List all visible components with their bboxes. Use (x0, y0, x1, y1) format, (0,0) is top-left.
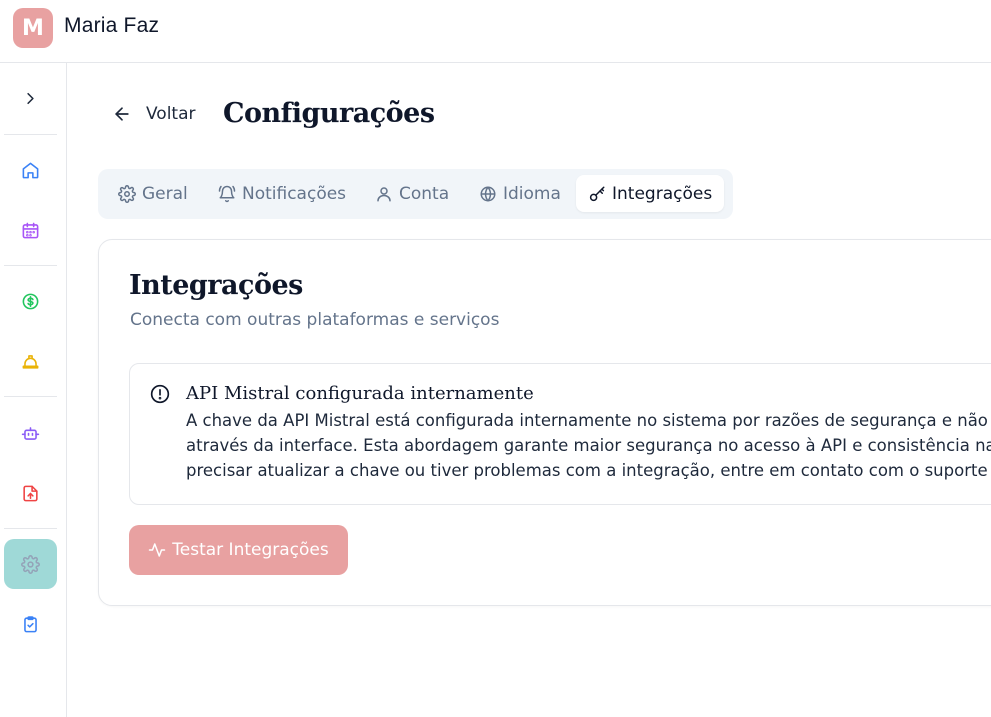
tab-general[interactable]: Geral (106, 175, 200, 212)
alert-text-line: precisar atualizar a chave ou tiver prob… (186, 461, 991, 480)
user-name: Maria Faz (64, 14, 160, 37)
tab-language[interactable]: Idioma (467, 175, 573, 212)
section-subtitle: Conecta com outras plataformas e serviço… (130, 310, 500, 330)
page-title: Configurações (223, 98, 435, 129)
alert-text-line: através da interface. Esta abordagem gar… (186, 436, 991, 455)
bot-icon (21, 426, 40, 440)
user-icon (377, 186, 391, 201)
sidebar-divider (4, 265, 57, 266)
hard-hat-icon (22, 354, 39, 369)
sidebar-item-home[interactable] (4, 145, 57, 195)
integrations-card: Integrações Conecta com outras plataform… (98, 239, 991, 606)
sidebar-item-settings[interactable] (4, 539, 57, 589)
sidebar-divider (4, 134, 57, 135)
chevron-right-icon (27, 92, 34, 104)
clipboard-check-icon (24, 615, 37, 632)
info-circle-icon (150, 384, 170, 404)
avatar[interactable]: M (13, 8, 53, 48)
file-upload-icon (23, 485, 38, 501)
tab-label: Integrações (612, 183, 713, 204)
top-bar: M Maria Faz (0, 0, 991, 63)
tab-label: Conta (399, 183, 450, 204)
gear-icon (118, 184, 136, 203)
sidebar-divider (4, 528, 57, 529)
bell-icon (218, 185, 236, 202)
gear-icon (21, 554, 40, 574)
sidebar-divider (4, 396, 57, 397)
tab-label: Notificações (242, 183, 347, 204)
sidebar-item-calendar[interactable] (4, 205, 57, 255)
info-alert: API Mistral configurada internamente A c… (129, 363, 991, 505)
tab-integrations[interactable]: Integrações (576, 175, 725, 212)
globe-icon (480, 186, 496, 201)
tab-label: Geral (142, 183, 188, 204)
sidebar-item-assistant[interactable] (4, 408, 57, 458)
alert-text-line: A chave da API Mistral está configurada … (186, 411, 991, 430)
back-label: Voltar (146, 104, 196, 124)
section-title: Integrações (129, 270, 303, 301)
sidebar-item-upload[interactable] (4, 468, 57, 518)
dollar-icon (22, 293, 39, 309)
sidebar-expand-button[interactable] (4, 73, 57, 123)
arrow-left-icon (115, 107, 129, 121)
sidebar-item-works[interactable] (4, 336, 57, 386)
test-integrations-button[interactable]: Testar Integrações (129, 525, 348, 575)
home-icon (22, 162, 39, 178)
calendar-icon (22, 222, 39, 238)
back-button[interactable]: Voltar (112, 104, 196, 124)
tab-label: Idioma (503, 183, 561, 204)
tab-notifications[interactable]: Notificações (206, 175, 358, 212)
settings-tabs: Geral Notificações Conta Idioma Integraç… (98, 169, 733, 219)
tab-account[interactable]: Conta (363, 175, 461, 212)
alert-title: API Mistral configurada internamente (186, 383, 534, 404)
sidebar (0, 63, 67, 717)
key-icon (589, 186, 605, 201)
sidebar-item-finance[interactable] (4, 276, 57, 326)
test-button-label: Testar Integrações (172, 540, 329, 560)
sidebar-item-tasks[interactable] (4, 599, 57, 649)
activity-icon (149, 543, 166, 557)
